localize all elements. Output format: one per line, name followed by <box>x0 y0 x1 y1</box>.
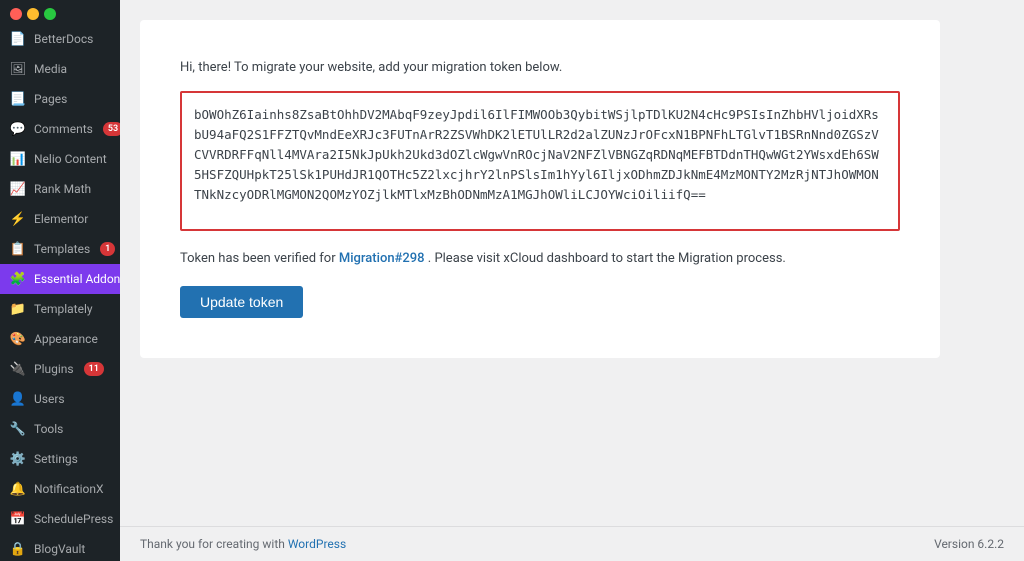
elementor-icon: ⚡ <box>10 211 26 227</box>
sidebar-item-comments[interactable]: 💬 Comments 53 <box>0 114 120 144</box>
traffic-lights <box>0 0 120 24</box>
sidebar-item-label: Templates <box>34 242 90 256</box>
templates-badge: 1 <box>100 242 115 257</box>
comments-icon: 💬 <box>10 121 26 137</box>
sidebar-item-label: Essential Addons <box>34 272 120 286</box>
blogvault-icon: 🔒 <box>10 541 26 557</box>
essential-addons-icon: 🧩 <box>10 271 26 287</box>
traffic-light-red[interactable] <box>10 8 22 20</box>
betterdocs-icon: 📄 <box>10 31 26 47</box>
sidebar-item-plugins[interactable]: 🔌 Plugins 11 <box>0 354 120 384</box>
sidebar-item-label: Media <box>34 62 67 76</box>
sidebar-item-templately[interactable]: 📁 Templately <box>0 294 120 324</box>
sidebar-item-label: SchedulePress <box>34 512 113 526</box>
rankmath-icon: 📈 <box>10 181 26 197</box>
sidebar-item-label: BlogVault <box>34 542 85 556</box>
sidebar-item-rank-math[interactable]: 📈 Rank Math <box>0 174 120 204</box>
content-area: Hi, there! To migrate your website, add … <box>120 0 1024 526</box>
update-token-button[interactable]: Update token <box>180 286 303 318</box>
footer-version: Version 6.2.2 <box>934 537 1004 551</box>
templates-icon: 📋 <box>10 241 26 257</box>
sidebar-item-media[interactable]: 🖼 Media <box>0 54 120 84</box>
main-content: Hi, there! To migrate your website, add … <box>120 0 1024 561</box>
token-input[interactable] <box>180 91 900 231</box>
sidebar-item-label: BetterDocs <box>34 32 93 46</box>
schedulepress-icon: 📅 <box>10 511 26 527</box>
sidebar-item-blogvault[interactable]: 🔒 BlogVault <box>0 534 120 561</box>
sidebar-item-schedulepress[interactable]: 📅 SchedulePress <box>0 504 120 534</box>
sidebar-item-users[interactable]: 👤 Users <box>0 384 120 414</box>
users-icon: 👤 <box>10 391 26 407</box>
sidebar-item-appearance[interactable]: 🎨 Appearance <box>0 324 120 354</box>
appearance-icon: 🎨 <box>10 331 26 347</box>
traffic-light-yellow[interactable] <box>27 8 39 20</box>
plugins-icon: 🔌 <box>10 361 26 377</box>
sidebar-item-label: Appearance <box>34 332 98 346</box>
sidebar-item-elementor[interactable]: ⚡ Elementor <box>0 204 120 234</box>
sidebar-item-label: NotificationX <box>34 482 104 496</box>
sidebar-item-label: Plugins <box>34 362 74 376</box>
sidebar-item-tools[interactable]: 🔧 Tools <box>0 414 120 444</box>
tools-icon: 🔧 <box>10 421 26 437</box>
plugins-badge: 11 <box>84 362 104 377</box>
sidebar-item-label: Settings <box>34 452 78 466</box>
migration-link[interactable]: Migration#298 <box>339 251 425 266</box>
notificationx-icon: 🔔 <box>10 481 26 497</box>
hint-text: Hi, there! To migrate your website, add … <box>180 60 900 75</box>
verified-text: Token has been verified for Migration#29… <box>180 251 900 266</box>
sidebar-item-notificationx[interactable]: 🔔 NotificationX <box>0 474 120 504</box>
footer: Thank you for creating with WordPress Ve… <box>120 526 1024 561</box>
sidebar-item-label: Rank Math <box>34 182 91 196</box>
footer-thanks-text: Thank you for creating with <box>140 537 285 551</box>
settings-icon: ⚙️ <box>10 451 26 467</box>
pages-icon: 📃 <box>10 91 26 107</box>
sidebar: 📄 BetterDocs 🖼 Media 📃 Pages 💬 Comments … <box>0 0 120 561</box>
sidebar-item-essential-addons[interactable]: 🧩 Essential Addons <box>0 264 120 294</box>
sidebar-item-label: Users <box>34 392 65 406</box>
sidebar-item-settings[interactable]: ⚙️ Settings <box>0 444 120 474</box>
footer-thanks: Thank you for creating with WordPress <box>140 537 346 551</box>
sidebar-item-betterdocs[interactable]: 📄 BetterDocs <box>0 24 120 54</box>
sidebar-item-pages[interactable]: 📃 Pages <box>0 84 120 114</box>
sidebar-item-label: Nelio Content <box>34 152 107 166</box>
migration-card: Hi, there! To migrate your website, add … <box>140 20 940 358</box>
sidebar-item-label: Templately <box>34 302 93 316</box>
sidebar-item-nelio-content[interactable]: 📊 Nelio Content <box>0 144 120 174</box>
media-icon: 🖼 <box>10 61 26 77</box>
wordpress-link[interactable]: WordPress <box>288 537 346 551</box>
sidebar-item-label: Pages <box>34 92 67 106</box>
sidebar-item-label: Comments <box>34 122 93 136</box>
sidebar-item-label: Tools <box>34 422 63 436</box>
sidebar-item-templates[interactable]: 📋 Templates 1 <box>0 234 120 264</box>
templately-icon: 📁 <box>10 301 26 317</box>
traffic-light-green[interactable] <box>44 8 56 20</box>
comments-badge: 53 <box>103 122 120 137</box>
sidebar-item-label: Elementor <box>34 212 88 226</box>
nelio-icon: 📊 <box>10 151 26 167</box>
